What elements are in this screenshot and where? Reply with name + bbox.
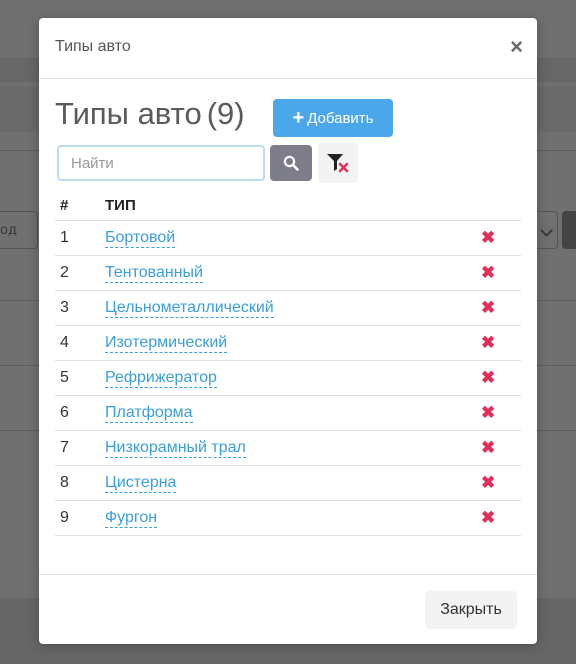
table-row: 6 Платформа ✖: [55, 395, 521, 431]
clear-filter-button[interactable]: [318, 143, 358, 183]
table-header-row: # ТИП: [55, 190, 521, 221]
table-row: 2 Тентованный ✖: [55, 255, 521, 291]
row-number: 7: [55, 430, 105, 466]
type-link[interactable]: Цистерна: [105, 474, 177, 493]
filter-clear-icon: [327, 154, 349, 173]
table-row: 9 Фургон ✖: [55, 500, 521, 536]
type-link[interactable]: Фургон: [105, 509, 158, 528]
row-type-cell: Тентованный: [105, 255, 481, 291]
column-header-actions: [481, 190, 521, 221]
row-type-cell: Платформа: [105, 395, 481, 431]
column-header-num: #: [55, 190, 105, 221]
row-actions: ✖: [481, 500, 521, 536]
column-header-type: ТИП: [105, 190, 481, 221]
row-type-cell: Рефрижератор: [105, 360, 481, 396]
type-link[interactable]: Изотермический: [105, 334, 228, 353]
type-link[interactable]: Тентованный: [105, 264, 203, 283]
search-input[interactable]: [57, 145, 265, 181]
type-link[interactable]: Бортовой: [105, 229, 176, 248]
delete-icon[interactable]: ✖: [481, 473, 495, 492]
table-row: 3 Цельнометаллический ✖: [55, 290, 521, 326]
delete-icon[interactable]: ✖: [481, 263, 495, 282]
delete-icon[interactable]: ✖: [481, 333, 495, 352]
table-row: 1 Бортовой ✖: [55, 220, 521, 256]
row-number: 3: [55, 290, 105, 326]
delete-icon[interactable]: ✖: [481, 228, 495, 247]
row-actions: ✖: [481, 465, 521, 501]
row-type-cell: Изотермический: [105, 325, 481, 361]
type-link[interactable]: Низкорамный трал: [105, 439, 246, 458]
type-link[interactable]: Рефрижератор: [105, 369, 217, 388]
row-number: 1: [55, 220, 105, 256]
row-actions: ✖: [481, 220, 521, 256]
delete-icon[interactable]: ✖: [481, 438, 495, 457]
search-icon: [283, 155, 299, 171]
row-actions: ✖: [481, 290, 521, 326]
background-select-text: од: [0, 223, 17, 238]
row-type-cell: Фургон: [105, 500, 481, 536]
delete-icon[interactable]: ✖: [481, 403, 495, 422]
plus-icon: +: [292, 107, 305, 129]
row-type-cell: Бортовой: [105, 220, 481, 256]
row-type-cell: Цельнометаллический: [105, 290, 481, 326]
types-table: # ТИП 1 Бортовой ✖ 2 Тентованный ✖ 3 Цельномета…: [55, 190, 521, 536]
row-number: 9: [55, 500, 105, 536]
table-row: 7 Низкорамный трал ✖: [55, 430, 521, 466]
row-number: 5: [55, 360, 105, 396]
item-count: (9): [206, 96, 245, 131]
row-number: 8: [55, 465, 105, 501]
row-type-cell: Цистерна: [105, 465, 481, 501]
row-number: 2: [55, 255, 105, 291]
table-row: 5 Рефрижератор ✖: [55, 360, 521, 396]
add-button[interactable]: + Добавить: [273, 99, 393, 137]
row-type-cell: Низкорамный трал: [105, 430, 481, 466]
row-actions: ✖: [481, 360, 521, 396]
type-link[interactable]: Платформа: [105, 404, 193, 423]
table-row: 8 Цистерна ✖: [55, 465, 521, 501]
delete-icon[interactable]: ✖: [481, 508, 495, 527]
modal-header: Типы авто ×: [39, 18, 537, 79]
modal-title: Типы авто: [55, 38, 131, 55]
modal-footer: Закрыть: [39, 574, 537, 645]
row-actions: ✖: [481, 395, 521, 431]
delete-icon[interactable]: ✖: [481, 368, 495, 387]
modal-dialog: Типы авто × Типы авто(9) + Добавить # ТИ…: [39, 18, 537, 644]
close-button[interactable]: Закрыть: [425, 591, 517, 629]
search-button[interactable]: [270, 145, 312, 181]
background-button: [562, 211, 576, 249]
page-title: Типы авто (9): [55, 96, 245, 132]
row-actions: ✖: [481, 255, 521, 291]
type-link[interactable]: Цельнометаллический: [105, 299, 274, 318]
page-title-text: Типы авто: [55, 96, 202, 131]
close-icon[interactable]: ×: [510, 34, 523, 60]
row-number: 4: [55, 325, 105, 361]
row-actions: ✖: [481, 430, 521, 466]
row-actions: ✖: [481, 325, 521, 361]
row-number: 6: [55, 395, 105, 431]
table-row: 4 Изотермический ✖: [55, 325, 521, 361]
add-button-label: Добавить: [307, 109, 374, 127]
delete-icon[interactable]: ✖: [481, 298, 495, 317]
background-select: од: [0, 211, 38, 249]
